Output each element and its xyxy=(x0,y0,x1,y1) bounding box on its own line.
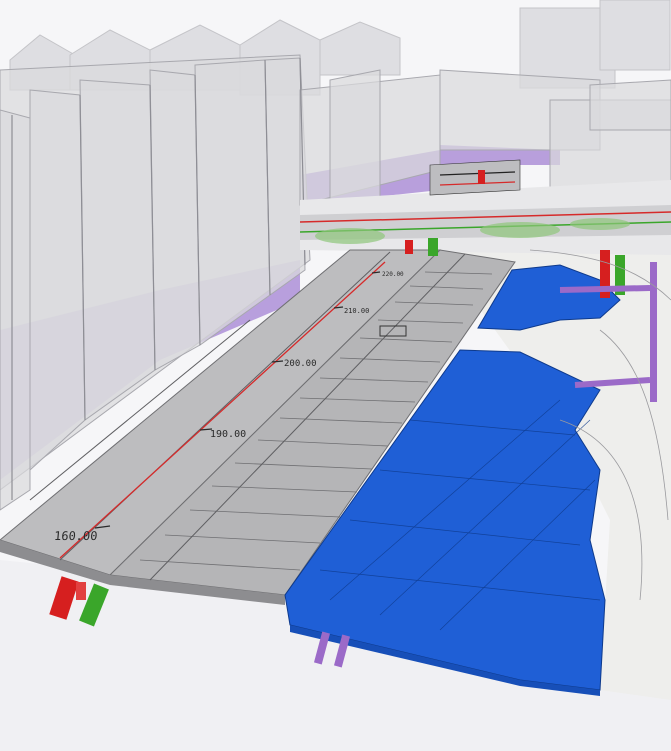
model-canvas[interactable]: 160.00 190.00 200.00 210.00 220.00 xyxy=(0,0,671,751)
chainage-label: 190.00 xyxy=(210,429,246,440)
chainage-label: 200.00 xyxy=(284,359,317,369)
bim-3d-viewport[interactable]: 160.00 190.00 200.00 210.00 220.00 xyxy=(0,0,671,751)
chainage-label: 210.00 xyxy=(344,307,369,315)
chainage-label: 160.00 xyxy=(53,529,98,543)
chainage-label: 220.00 xyxy=(382,271,404,278)
